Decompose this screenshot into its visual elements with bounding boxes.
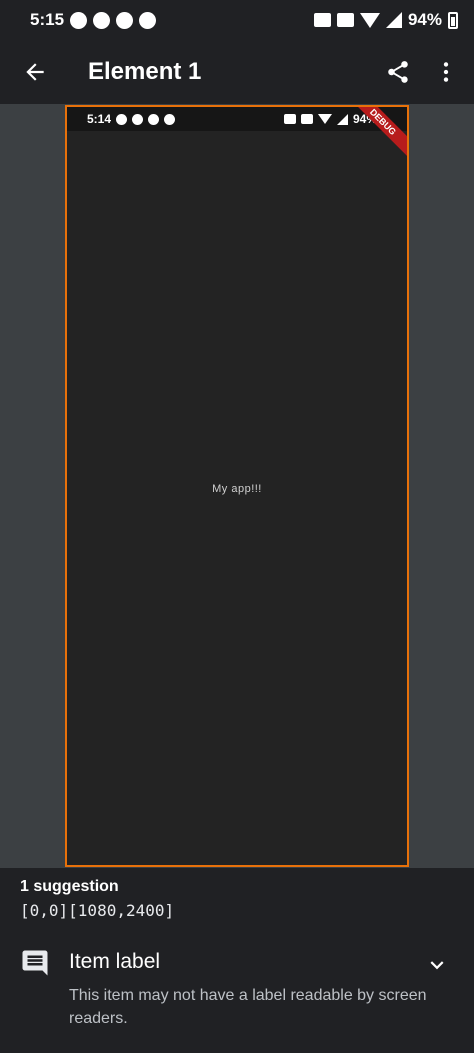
chevron-down-icon[interactable] [424, 952, 450, 978]
share-button[interactable] [374, 59, 422, 85]
arrow-back-icon [26, 63, 44, 81]
status-time: 5:15 [30, 10, 65, 29]
signal-app-icon [139, 11, 157, 29]
highlighted-element[interactable]: 5:14 94% DEBUG My app!!! [65, 105, 409, 867]
status-bar: 5:15 94% [0, 0, 474, 40]
status-bar-left: 5:15 [30, 10, 157, 30]
preview-cell-signal-icon [336, 113, 348, 125]
page-title: Element 1 [88, 58, 202, 85]
app-bar: Element 1 [0, 40, 474, 104]
more-options-button[interactable] [422, 59, 470, 85]
cell-signal-icon [385, 12, 402, 28]
preview-status-bar: 5:14 94% [67, 107, 407, 131]
preview-status-left: 5:14 [87, 112, 176, 126]
preview-app-text: My app!!! [212, 483, 262, 495]
screenshot-preview-area: 5:14 94% DEBUG My app!!! [0, 104, 474, 868]
preview-volte-icon [300, 114, 313, 124]
back-button[interactable] [0, 59, 70, 85]
preview-app-icon [148, 113, 160, 125]
share-icon [388, 61, 408, 83]
preview-cast-icon [283, 114, 296, 124]
element-bounds: [0,0][1080,2400] [20, 901, 175, 920]
suggestions-count: 1 suggestion [20, 878, 119, 895]
suggestion-description: This item may not have a label readable … [69, 987, 427, 1027]
suggestions-panel: 1 suggestion [0,0][1080,2400] Item label… [0, 868, 474, 1053]
volte-icon [336, 13, 354, 27]
preview-messages-icon [132, 113, 144, 125]
status-bar-right: 94% [313, 10, 458, 30]
messages-icon [93, 11, 111, 29]
battery-percent: 94% [407, 10, 442, 29]
cast-icon [313, 13, 331, 27]
suggestion-title: Item label [69, 950, 161, 973]
preview-signal-app-icon [164, 113, 176, 125]
whatsapp-icon [70, 11, 88, 29]
more-vert-icon [443, 62, 449, 82]
battery-icon [448, 11, 458, 29]
preview-wifi-icon [317, 114, 332, 124]
preview-status-right: 94% [283, 112, 377, 126]
preview-status-time: 5:14 [87, 112, 112, 126]
preview-whatsapp-icon [116, 113, 128, 125]
app-notification-icon [116, 11, 134, 29]
wifi-icon [359, 12, 380, 28]
suggestion-item[interactable]: Item label This item may not have a labe… [0, 944, 474, 1044]
comment-icon [22, 950, 48, 976]
